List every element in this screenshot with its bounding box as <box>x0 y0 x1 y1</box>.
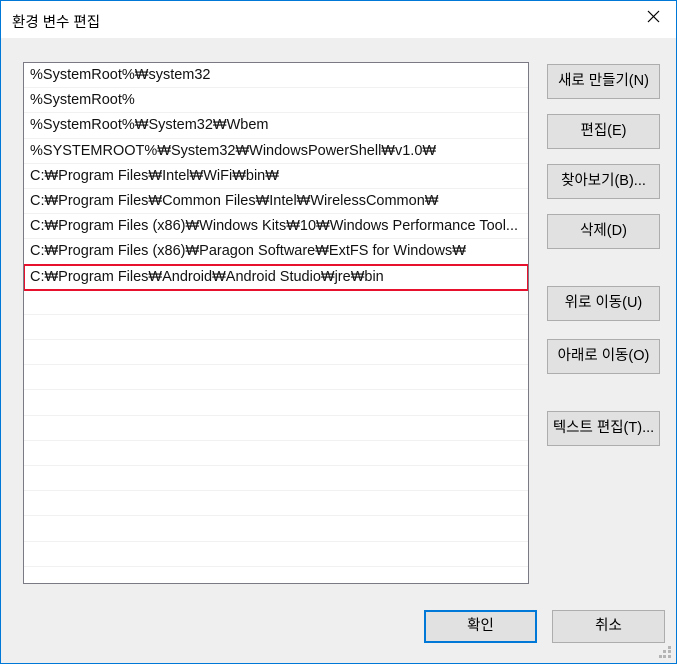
page-title: 환경 변수 편집 <box>12 15 101 31</box>
list-item-empty[interactable] <box>24 290 528 315</box>
list-item[interactable]: %SystemRoot%₩System32₩Wbem <box>24 113 528 139</box>
list-item-empty[interactable] <box>24 315 528 341</box>
list-item-empty[interactable] <box>24 416 528 441</box>
edit-text-button[interactable]: 텍스트 편집(T)... <box>547 411 660 446</box>
list-item-empty[interactable] <box>24 491 528 517</box>
delete-button[interactable]: 삭제(D) <box>547 214 660 249</box>
list-item-empty[interactable] <box>24 516 528 542</box>
list-item[interactable]: %SystemRoot% <box>24 88 528 114</box>
list-item-empty[interactable] <box>24 340 528 366</box>
list-item[interactable]: C:₩Program Files (x86)₩Paragon Software₩… <box>24 239 528 265</box>
move-up-button[interactable]: 위로 이동(U) <box>547 286 660 321</box>
close-icon[interactable] <box>630 1 676 32</box>
list-item[interactable]: %SYSTEMROOT%₩System32₩WindowsPowerShell₩… <box>24 139 528 164</box>
ok-button[interactable]: 확인 <box>424 610 537 643</box>
list-item-empty[interactable] <box>24 441 528 466</box>
list-item-empty[interactable] <box>24 365 528 391</box>
path-entries-listbox[interactable]: %SystemRoot%₩system32 %SystemRoot% %System… <box>23 62 529 584</box>
list-item-empty[interactable] <box>24 390 528 416</box>
new-button[interactable]: 새로 만들기(N) <box>547 64 660 99</box>
cancel-button[interactable]: 취소 <box>552 610 665 643</box>
list-item[interactable]: C:₩Program Files₩Common Files₩Intel₩Wire… <box>24 189 528 215</box>
list-item[interactable]: C:₩Program Files (x86)₩Windows Kits₩10₩W… <box>24 214 528 240</box>
list-item[interactable]: %SystemRoot%₩system32 <box>24 63 528 89</box>
move-down-button[interactable]: 아래로 이동(O) <box>547 339 660 374</box>
edit-button[interactable]: 편집(E) <box>547 114 660 149</box>
browse-button[interactable]: 찾아보기(B)... <box>547 164 660 199</box>
list-item[interactable]: C:₩Program Files₩Android₩Android Studio₩… <box>24 263 528 291</box>
title-bar: 환경 변수 편집 <box>1 1 676 38</box>
edit-environment-variable-dialog: 환경 변수 편집 %SystemRoot%₩system32 %SystemRoo… <box>0 0 677 664</box>
list-item[interactable]: C:₩Program Files₩Intel₩WiFi₩bin₩ <box>24 164 528 189</box>
list-item-empty[interactable] <box>24 542 528 567</box>
list-item-empty[interactable] <box>24 466 528 492</box>
resize-grip-icon[interactable] <box>659 646 672 659</box>
